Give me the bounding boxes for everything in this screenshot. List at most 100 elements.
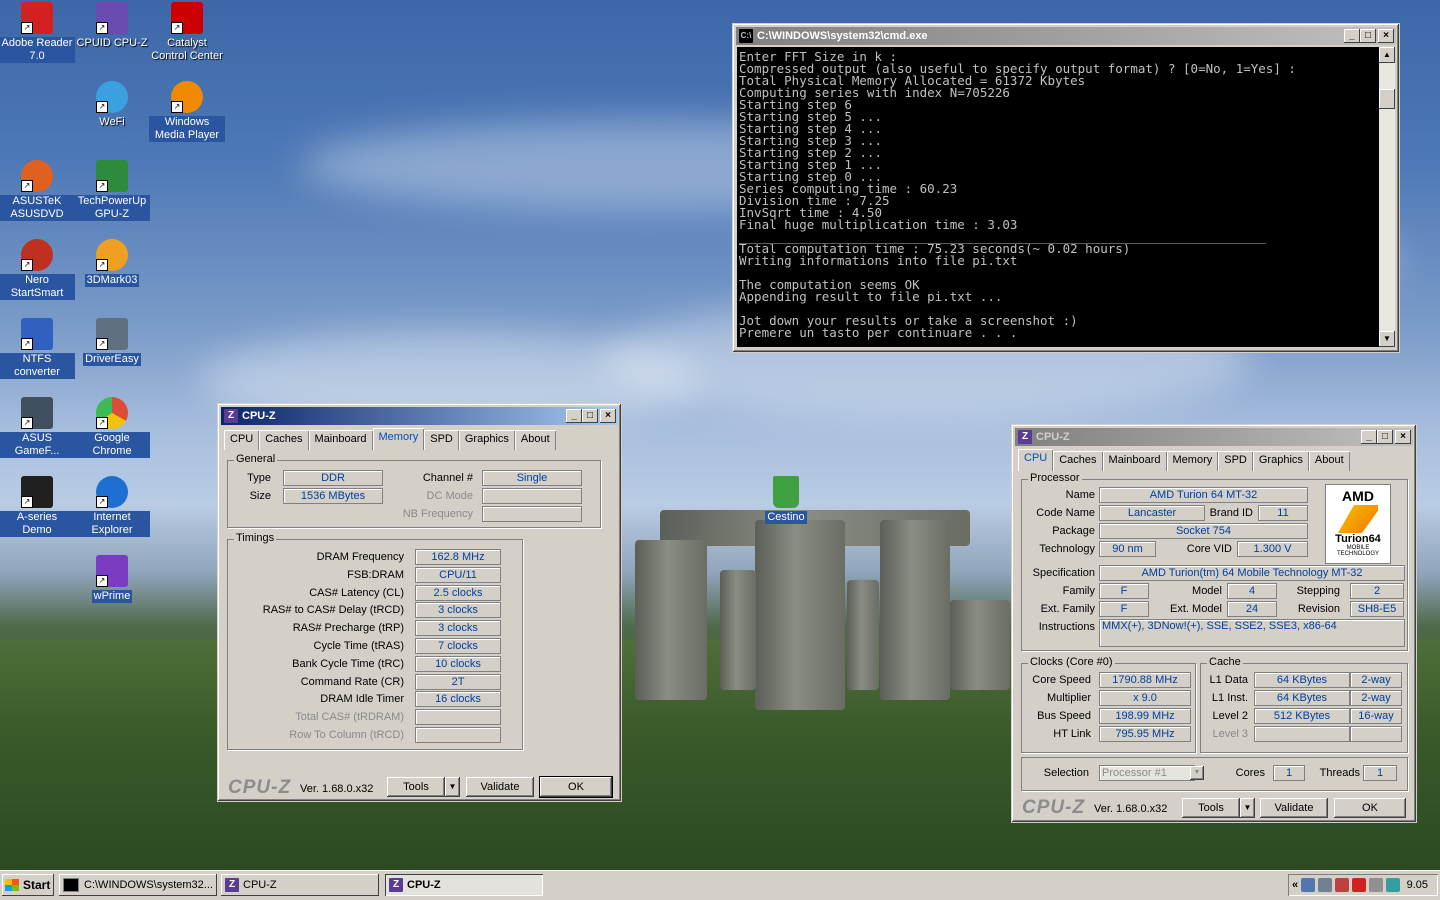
cmd-window: C:\ C:\WINDOWS\system32\cmd.exe _ □ × En… (732, 23, 1400, 353)
desktop-icon-drivereasy[interactable]: ↗ DriverEasy (74, 316, 150, 366)
timing-label: DRAM Frequency (316, 551, 404, 563)
desktop-icon-gpuz[interactable]: ↗ TechPowerUp GPU-Z (74, 158, 150, 221)
tab-cpu[interactable]: CPU (1018, 449, 1054, 471)
maximize-button[interactable]: □ (1360, 29, 1376, 43)
desktop-icon-cpuz[interactable]: ↗ CPUID CPU-Z (74, 0, 150, 50)
ht-link-label: HT Link (1053, 728, 1091, 740)
desktop-icon-recycle-bin[interactable]: Cestino (748, 474, 824, 524)
timing-value: 2T (415, 673, 501, 690)
desktop-icon-adobe-reader[interactable]: ↗ Adobe Reader 7.0 (0, 0, 75, 63)
desktop-icon-asusdvd[interactable]: ↗ ASUSTeK ASUSDVD (0, 158, 75, 221)
brandid-label: Brand ID (1209, 507, 1253, 519)
desktop-icon-a-series[interactable]: ↗ A-series Demo (0, 474, 75, 537)
maximize-button[interactable]: □ (582, 409, 598, 423)
ok-button[interactable]: OK (539, 776, 613, 798)
core-speed-value: 1790.88 MHz (1099, 672, 1191, 688)
core-speed-label: Core Speed (1032, 674, 1091, 686)
desktop-icon-chrome[interactable]: ↗ Google Chrome (74, 395, 150, 458)
tools-button[interactable]: Tools (1182, 798, 1240, 818)
tab-cpu[interactable]: CPU (224, 430, 260, 450)
timing-label: CAS# Latency (CL) (309, 586, 404, 599)
network-icon[interactable] (1301, 878, 1316, 892)
stepping-value: 2 (1350, 583, 1404, 599)
wifi-icon[interactable] (1386, 878, 1401, 892)
desktop-icon-catalyst[interactable]: ↗ Catalyst Control Center (149, 0, 225, 63)
level2-label: Level 2 (1212, 710, 1248, 722)
cpuz-app-icon: Z (224, 409, 238, 423)
cores-label: Cores (1235, 767, 1265, 779)
scroll-up-button[interactable]: ▲ (1379, 47, 1395, 63)
tab-spd[interactable]: SPD (1218, 451, 1253, 471)
taskbar-item-cpuz[interactable]: Z CPU-Z (221, 874, 379, 896)
tab-memory[interactable]: Memory (1166, 451, 1219, 471)
cpuz-cpu-titlebar[interactable]: Z CPU-Z _ □ × (1015, 428, 1413, 446)
speaker-icon[interactable] (1335, 878, 1350, 892)
timing-value: 16 clocks (415, 691, 501, 708)
desktop-icon-ntfs[interactable]: ↗ NTFS converter (0, 316, 75, 379)
drivereasy-icon: ↗ (96, 318, 128, 350)
tools-dropdown-button[interactable]: ▼ (445, 777, 460, 797)
desktop-icon-media-player[interactable]: ↗ Windows Media Player (149, 79, 225, 142)
tab-graphics[interactable]: Graphics (1252, 451, 1309, 471)
scroll-thumb[interactable] (1379, 89, 1395, 109)
tab-mainboard[interactable]: Mainboard (1102, 451, 1167, 471)
shield-icon[interactable] (1352, 878, 1367, 892)
tab-caches[interactable]: Caches (259, 430, 309, 450)
model-label: Model (1192, 585, 1222, 597)
tab-graphics[interactable]: Graphics (458, 430, 515, 450)
display-icon[interactable] (1318, 878, 1333, 892)
threads-value: 1 (1363, 765, 1397, 781)
close-button[interactable]: × (600, 409, 616, 423)
start-button[interactable]: Start (2, 874, 54, 896)
taskbar-item-cmd[interactable]: C:\WINDOWS\system32... (59, 874, 217, 896)
tab-mainboard[interactable]: Mainboard (308, 430, 373, 450)
gpuz-icon: ↗ (96, 160, 128, 192)
tab-spd[interactable]: SPD (424, 430, 459, 450)
minimize-button[interactable]: _ (1361, 430, 1377, 444)
cmd-titlebar[interactable]: C:\ C:\WINDOWS\system32\cmd.exe _ □ × (736, 27, 1396, 45)
channel-value: Single (482, 470, 582, 486)
clock[interactable]: 9.05 (1407, 879, 1428, 891)
tab-memory[interactable]: Memory (372, 428, 425, 450)
desktop-icon-wprime[interactable]: ↗ wPrime (74, 553, 150, 603)
desktop-icon-asus-gamefirst[interactable]: ↗ ASUS GameF... (0, 395, 75, 458)
timing-label: Row To Column (tRCD) (289, 729, 404, 741)
l1-inst-label: L1 Inst. (1211, 692, 1248, 704)
tab-about[interactable]: About (514, 430, 556, 450)
tray-expand-button[interactable]: « (1292, 879, 1298, 891)
console-line: Writing informations into file pi.txt (739, 253, 1018, 268)
timing-label: Bank Cycle Time (tRC) (292, 657, 404, 670)
tab-caches[interactable]: Caches (1053, 451, 1103, 471)
level3-value (1254, 726, 1350, 742)
maximize-button[interactable]: □ (1377, 430, 1393, 444)
specification-label: Specification (1032, 567, 1095, 579)
version-label: Ver. 1.68.0.x32 (1094, 803, 1168, 815)
scroll-down-button[interactable]: ▼ (1379, 331, 1395, 347)
desktop-icon-ie[interactable]: ↗ Internet Explorer (74, 474, 150, 537)
close-button[interactable]: × (1395, 430, 1411, 444)
processor-select-arrow[interactable]: ▼ (1190, 766, 1204, 780)
cpuz-memory-titlebar[interactable]: Z CPU-Z _ □ × (221, 407, 618, 425)
pen-icon[interactable] (1369, 878, 1384, 892)
desktop-icon-3dmark[interactable]: ↗ 3DMark03 (74, 237, 150, 287)
ok-button[interactable]: OK (1334, 798, 1406, 818)
desktop-icon-nero[interactable]: ↗ Nero StartSmart (0, 237, 75, 300)
cmd-console-output[interactable]: Enter FFT Size in k : Compressed output (… (737, 47, 1382, 347)
panel-title: Processor (1028, 472, 1082, 484)
taskbar-item-cpuz-active[interactable]: Z CPU-Z (385, 874, 543, 896)
processor-select[interactable]: Processor #1 (1099, 765, 1195, 781)
minimize-button[interactable]: _ (1344, 29, 1360, 43)
validate-button[interactable]: Validate (466, 777, 534, 797)
console-line: Appending result to file pi.txt ... (739, 289, 1003, 304)
instructions-value: MMX(+), 3DNow!(+), SSE, SSE2, SSE3, x86-… (1099, 619, 1405, 647)
desktop-icon-wefi[interactable]: ↗ WeFi (74, 79, 150, 129)
tools-dropdown-button[interactable]: ▼ (1240, 798, 1255, 818)
close-button[interactable]: × (1378, 29, 1394, 43)
tab-about[interactable]: About (1308, 451, 1350, 471)
ie-icon: ↗ (96, 476, 128, 508)
start-label: Start (23, 878, 51, 892)
minimize-button[interactable]: _ (566, 409, 582, 423)
tools-button[interactable]: Tools (387, 777, 445, 797)
cmd-scrollbar[interactable]: ▲ ▼ (1379, 47, 1395, 347)
validate-button[interactable]: Validate (1260, 798, 1328, 818)
